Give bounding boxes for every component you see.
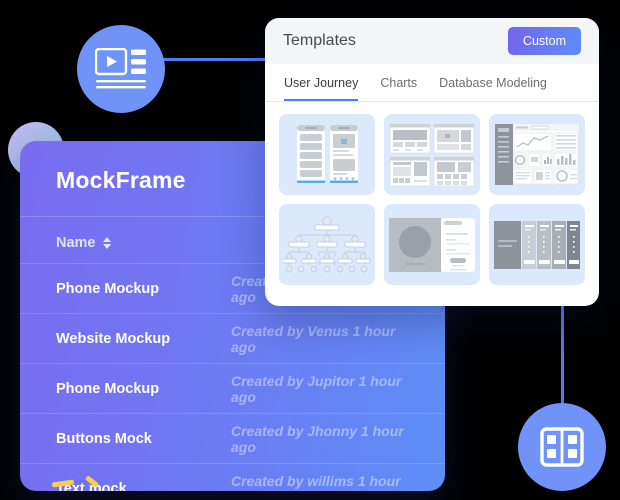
tab-database-modeling[interactable]: Database Modeling [439, 76, 547, 101]
media-layout-icon [95, 48, 147, 90]
template-card-dashboard[interactable] [489, 114, 585, 195]
org-tree-icon [283, 215, 371, 275]
template-card-login-form[interactable] [384, 204, 480, 285]
browser-wireframes-icon [389, 123, 475, 187]
screenshot-stage: MockFrame Name Phone Mockup Created by V… [0, 0, 620, 500]
pricing-table-icon [493, 220, 581, 270]
row-name: Phone Mockup [56, 280, 160, 297]
row-meta: Created by Jhonny 1 hour ago [231, 422, 404, 455]
dashboard-icon [494, 123, 580, 186]
templates-header: Templates Custom [265, 18, 599, 64]
template-card-org-chart[interactable] [279, 204, 375, 285]
tab-user-journey[interactable]: User Journey [284, 76, 359, 101]
custom-button[interactable]: Custom [507, 27, 581, 55]
templates-grid [265, 102, 599, 297]
template-card-web-wireframes[interactable] [384, 114, 480, 195]
tab-charts[interactable]: Charts [380, 76, 417, 101]
templates-tabs: User Journey Charts Database Modeling [265, 64, 599, 102]
table-row[interactable]: Buttons Mock Created by Jhonny 1 hour ag… [20, 413, 445, 463]
phone-screens-icon [288, 123, 366, 186]
table-row[interactable]: Text mock Created by willims 1 hour ago [20, 463, 445, 491]
connector-line-horizontal [152, 58, 272, 61]
row-name: Phone Mockup [56, 380, 160, 397]
badge-media-layout[interactable] [77, 25, 165, 113]
template-card-phone-mockups[interactable] [279, 114, 375, 195]
row-meta: Created by Jupitor 1 hour ago [231, 372, 402, 405]
row-meta: Created by Venus 1 hour ago [231, 322, 396, 355]
table-row[interactable]: Phone Mockup Created by Jupitor 1 hour a… [20, 363, 445, 413]
connector-line-vertical [561, 300, 564, 404]
templates-title: Templates [283, 32, 356, 49]
templates-panel: Templates Custom User Journey Charts Dat… [265, 18, 599, 306]
sort-arrows-icon[interactable] [102, 237, 111, 249]
column-header-label: Name [56, 235, 96, 251]
table-row[interactable]: Website Mockup Created by Venus 1 hour a… [20, 313, 445, 363]
row-name: Text mock [56, 480, 127, 492]
row-name: Website Mockup [56, 330, 171, 347]
row-meta: Created by willims 1 hour ago [231, 472, 401, 492]
row-name: Buttons Mock [56, 430, 152, 447]
login-form-icon [388, 217, 476, 273]
grid-layout-icon [540, 427, 584, 467]
badge-grid-layout[interactable] [518, 403, 606, 491]
template-card-pricing-table[interactable] [489, 204, 585, 285]
